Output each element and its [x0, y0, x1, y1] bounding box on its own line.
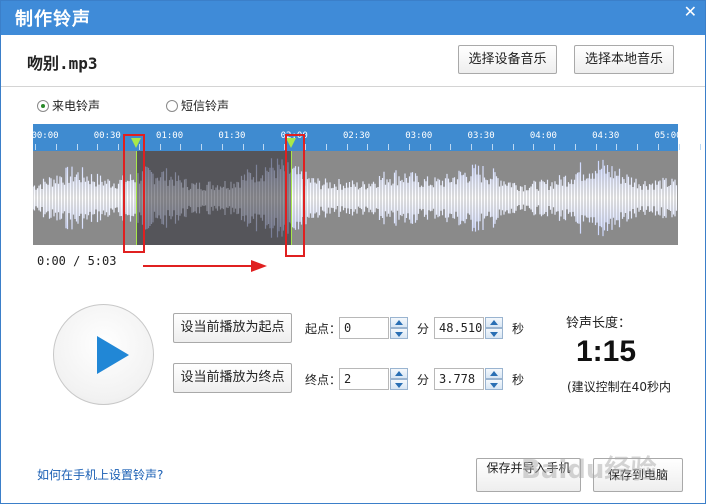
arrow-down-icon[interactable]	[390, 379, 408, 390]
annotation-arrow-icon	[143, 260, 267, 272]
radio-call-label: 来电铃声	[52, 99, 101, 113]
timeline-tick-mark	[304, 144, 306, 150]
save-and-import-label: 保存并导入手机	[486, 461, 571, 475]
start-minute-input[interactable]: 0	[339, 317, 389, 339]
timeline-tick-mark	[76, 144, 78, 150]
title-bar: 制作铃声 ✕	[1, 1, 705, 35]
end-minute-stepper[interactable]	[390, 368, 408, 390]
timeline-tick-mark	[512, 144, 514, 150]
timeline-tick-label: 04:00	[529, 131, 557, 141]
radio-unselected-icon	[166, 99, 178, 112]
timeline-tick-mark	[658, 144, 659, 150]
close-icon[interactable]: ✕	[684, 2, 697, 21]
ringtone-length-label: 铃声长度：	[566, 316, 632, 331]
save-to-pc-button[interactable]: 保存到电脑	[593, 458, 683, 492]
timeline-tick-mark	[637, 144, 639, 150]
start-minute-stepper[interactable]	[390, 317, 408, 339]
arrow-down-icon[interactable]	[485, 379, 503, 390]
window-title: 制作铃声	[15, 9, 91, 30]
start-label: 起点：	[305, 322, 342, 336]
timeline-tick-mark	[367, 144, 369, 150]
timeline-tick-label: 03:30	[467, 131, 495, 141]
timeline-tick-mark	[159, 144, 161, 150]
timeline-tick-mark	[35, 144, 36, 150]
arrow-up-icon[interactable]	[485, 317, 503, 328]
radio-sms-label: 短信铃声	[181, 99, 230, 113]
length-hint: (建议控制在40秒内	[567, 380, 671, 394]
set-start-button[interactable]: 设当前播放为起点	[173, 313, 292, 343]
start-marker-annotation-box	[123, 134, 145, 253]
timeline-tick-label: 04:30	[592, 131, 620, 141]
timeline-tick-mark	[429, 144, 431, 150]
timeline-tick-mark	[97, 144, 99, 150]
timeline-tick-mark	[201, 144, 203, 150]
set-end-button[interactable]: 设当前播放为终点	[173, 363, 292, 393]
timeline-tick-label: 01:00	[156, 131, 184, 141]
timeline-tick-mark	[491, 144, 493, 150]
timeline-tick-mark	[554, 144, 556, 150]
arrow-up-icon[interactable]	[485, 368, 503, 379]
timeline-tick-mark	[346, 144, 348, 150]
timeline-tick-mark	[574, 144, 576, 150]
select-device-music-button[interactable]: 选择设备音乐	[458, 45, 557, 74]
timeline-tick-mark	[450, 144, 452, 150]
timeline-tick-mark	[180, 144, 182, 150]
timeline-tick-label: 02:30	[342, 131, 371, 141]
start-minute-unit: 分	[417, 322, 430, 336]
timeline-tick-label: 01:30	[218, 131, 246, 141]
start-second-input[interactable]: 48.510	[434, 317, 484, 339]
timeline-tick-mark	[471, 144, 473, 150]
timeline-tick-mark	[408, 144, 410, 150]
end-label: 终点：	[305, 373, 342, 387]
save-and-import-button[interactable]: 保存并导入手机	[476, 458, 581, 492]
timeline-tick-mark	[388, 144, 390, 150]
play-icon	[97, 336, 129, 374]
ringtone-maker-window: 制作铃声 ✕ 吻别.mp3 选择设备音乐 选择本地音乐 来电铃声 短信铃声 00…	[0, 0, 706, 504]
timeline-tick-label: 00:00	[31, 131, 59, 141]
timeline-tick-mark	[242, 144, 244, 150]
help-link[interactable]: 如何在手机上设置铃声?	[37, 466, 163, 483]
ringtone-length-value: 1:15	[576, 335, 637, 368]
timeline-tick-mark	[616, 144, 618, 150]
timeline-tick-mark	[221, 144, 223, 150]
end-second-unit: 秒	[512, 373, 525, 387]
start-second-stepper[interactable]	[485, 317, 503, 339]
arrow-down-icon[interactable]	[485, 328, 503, 339]
timeline-tick-mark	[699, 144, 701, 150]
timeline-tick-label: 00:30	[93, 131, 121, 141]
selection-region	[136, 151, 293, 245]
arrow-up-icon[interactable]	[390, 317, 408, 328]
timeline-tick-mark	[325, 144, 327, 150]
timeline-tick-label: 03:00	[405, 131, 433, 141]
play-button[interactable]	[53, 304, 154, 405]
end-minute-unit: 分	[417, 373, 430, 387]
file-name: 吻别.mp3	[27, 54, 98, 73]
timeline-tick-mark	[118, 144, 120, 150]
start-second-unit: 秒	[512, 322, 525, 336]
divider	[1, 86, 705, 87]
timeline-tick-mark	[263, 144, 265, 150]
end-marker-annotation-box	[285, 134, 305, 257]
end-second-stepper[interactable]	[485, 368, 503, 390]
radio-sms-ringtone[interactable]: 短信铃声	[166, 97, 229, 114]
timeline-tick-label: 05:00	[654, 131, 682, 141]
timeline-tick-mark	[533, 144, 535, 150]
timeline-tick-mark	[678, 144, 680, 150]
timeline-tick-mark	[595, 144, 597, 150]
end-minute-input[interactable]: 2	[339, 368, 389, 390]
timeline-tick-mark	[55, 144, 57, 150]
radio-call-ringtone[interactable]: 来电铃声	[37, 97, 100, 114]
arrow-up-icon[interactable]	[390, 368, 408, 379]
select-local-music-button[interactable]: 选择本地音乐	[574, 45, 674, 74]
radio-selected-icon	[37, 99, 49, 112]
end-second-input[interactable]: 3.778	[434, 368, 484, 390]
arrow-down-icon[interactable]	[390, 328, 408, 339]
playback-position: 0:00 / 5:03	[37, 254, 117, 268]
